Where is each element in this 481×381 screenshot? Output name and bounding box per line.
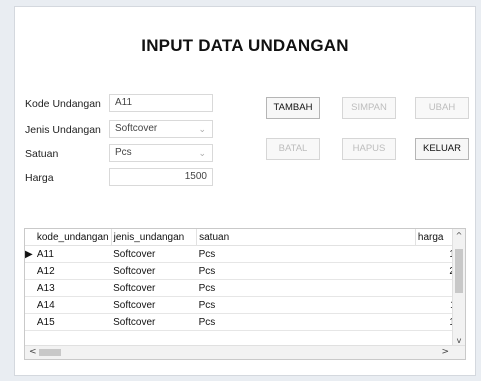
jenis-undangan-label: Jenis Undangan — [25, 124, 101, 136]
satuan-cell[interactable]: Pcs — [196, 279, 416, 297]
kode-cell[interactable]: A14 — [34, 296, 112, 314]
scroll-up-icon[interactable]: ^ — [453, 231, 465, 240]
satuan-cell[interactable]: Pcs — [196, 245, 416, 263]
kode-cell[interactable]: A11 — [34, 245, 112, 263]
harga-label: Harga — [25, 172, 54, 184]
kode-cell[interactable]: A13 — [34, 279, 112, 297]
column-header-kode[interactable]: kode_undangan — [34, 229, 112, 246]
vertical-scroll-thumb[interactable] — [455, 249, 463, 293]
jenis-cell[interactable]: Softcover — [111, 279, 197, 297]
row-header-cell — [25, 229, 35, 246]
jenis-cell[interactable]: Softcover — [111, 262, 197, 280]
horizontal-scroll-thumb[interactable] — [39, 349, 61, 356]
horizontal-scrollbar[interactable]: < > — [25, 345, 465, 359]
keluar-button[interactable]: KELUAR — [415, 138, 469, 160]
scroll-down-icon[interactable]: v — [453, 336, 465, 345]
grid-header-row: kode_undangan jenis_undangan satuan harg… — [25, 229, 465, 246]
satuan-value: Pcs — [115, 147, 132, 158]
satuan-cell[interactable]: Pcs — [196, 313, 416, 331]
table-row[interactable]: A14 Softcover Pcs 11 — [25, 296, 465, 314]
harga-input[interactable]: 1500 — [109, 168, 213, 186]
ubah-button[interactable]: UBAH — [415, 97, 469, 119]
kode-cell[interactable]: A12 — [34, 262, 112, 280]
scroll-left-icon[interactable]: < — [29, 346, 37, 359]
jenis-undangan-select[interactable]: Softcover ⌄ — [109, 120, 213, 138]
jenis-undangan-value: Softcover — [115, 123, 158, 134]
hapus-button[interactable]: HAPUS — [342, 138, 396, 160]
row-header-cell — [25, 262, 35, 280]
chevron-down-icon[interactable]: ⌄ — [198, 121, 206, 137]
form-title: INPUT DATA UNDANGAN — [141, 36, 349, 55]
current-row-indicator-icon: ▶ — [25, 245, 35, 263]
vertical-scrollbar[interactable]: ^ v — [452, 229, 465, 347]
table-row[interactable]: A15 Softcover Pcs 12 — [25, 313, 465, 331]
satuan-cell[interactable]: Pcs — [196, 296, 416, 314]
kode-undangan-label: Kode Undangan — [25, 98, 101, 110]
jenis-cell[interactable]: Softcover — [111, 245, 197, 263]
chevron-down-icon[interactable]: ⌄ — [198, 145, 206, 161]
column-header-satuan[interactable]: satuan — [196, 229, 416, 246]
row-header-cell — [25, 279, 35, 297]
table-row[interactable]: ▶ A11 Softcover Pcs 15 — [25, 245, 465, 263]
kode-undangan-input[interactable]: A11 — [109, 94, 213, 112]
satuan-label: Satuan — [25, 148, 59, 160]
jenis-cell[interactable]: Softcover — [111, 313, 197, 331]
scroll-right-icon[interactable]: > — [441, 346, 449, 359]
tambah-button[interactable]: TAMBAH — [266, 97, 320, 119]
table-row[interactable]: A12 Softcover Pcs 25 — [25, 262, 465, 280]
undangan-data-grid[interactable]: kode_undangan jenis_undangan satuan harg… — [24, 228, 466, 360]
row-header-cell — [25, 296, 35, 314]
table-row[interactable]: A13 Softcover Pcs 9 — [25, 279, 465, 297]
satuan-select[interactable]: Pcs ⌄ — [109, 144, 213, 162]
simpan-button[interactable]: SIMPAN — [342, 97, 396, 119]
column-header-jenis[interactable]: jenis_undangan — [111, 229, 198, 246]
row-header-cell — [25, 313, 35, 331]
kode-cell[interactable]: A15 — [34, 313, 112, 331]
batal-button[interactable]: BATAL — [266, 138, 320, 160]
satuan-cell[interactable]: Pcs — [196, 262, 416, 280]
jenis-cell[interactable]: Softcover — [111, 296, 197, 314]
